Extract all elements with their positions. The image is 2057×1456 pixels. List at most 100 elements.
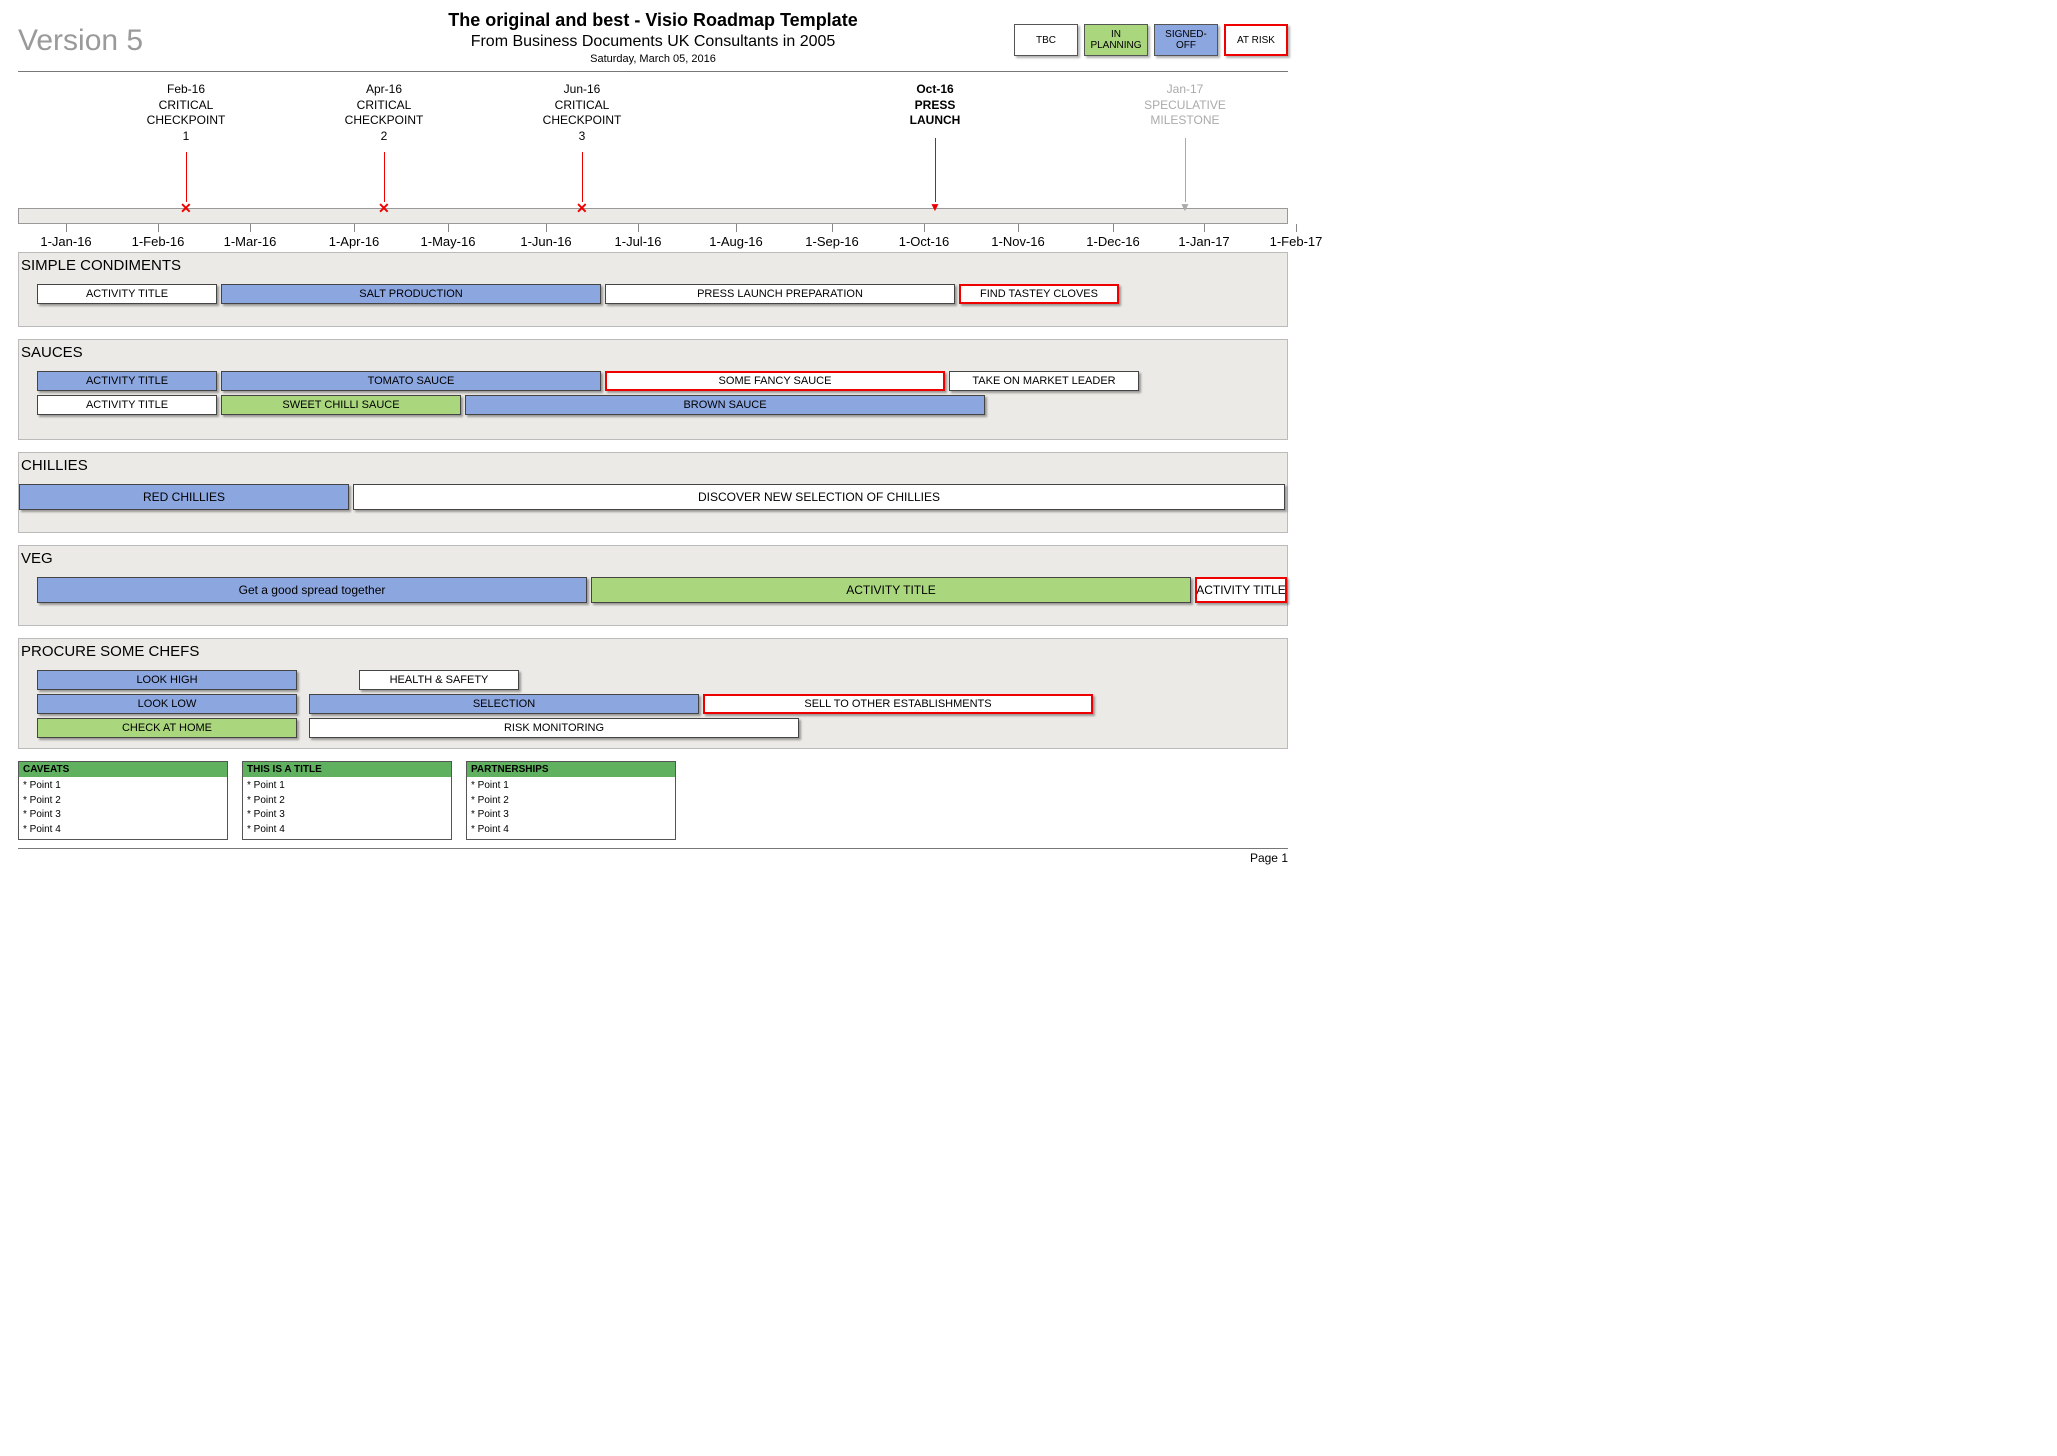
tick-label: 1-Apr-16 [329,234,380,249]
lane: VEGGet a good spread togetherACTIVITY TI… [18,545,1288,626]
tick-label: 1-Jun-16 [520,234,571,249]
lane-body: RED CHILLIESDISCOVER NEW SELECTION OF CH… [19,484,1287,532]
activity-bar[interactable]: Get a good spread together [37,577,587,603]
activity-bar[interactable]: SALT PRODUCTION [221,284,601,304]
tick [250,224,251,232]
axis-bar [18,208,1288,224]
note-point: * Point 2 [471,794,671,809]
activity-bar[interactable]: ACTIVITY TITLE [37,284,217,304]
note-point: * Point 1 [23,779,223,794]
note-title: PARTNERSHIPS [467,762,675,777]
milestone-arrow-icon: ▼ [929,200,941,214]
note-point: * Point 2 [247,794,447,809]
activity-bar[interactable]: ACTIVITY TITLE [37,371,217,391]
activity-bar[interactable]: LOOK LOW [37,694,297,714]
lane-title: CHILLIES [19,453,1287,484]
lane-body: ACTIVITY TITLETOMATO SAUCESOME FANCY SAU… [19,371,1287,439]
note-box: CAVEATS* Point 1* Point 2* Point 3* Poin… [18,761,228,840]
tick-label: 1-Jan-17 [1178,234,1229,249]
milestone-line [582,152,583,202]
activity-bar[interactable]: HEALTH & SAFETY [359,670,519,690]
note-box: THIS IS A TITLE* Point 1* Point 2* Point… [242,761,452,840]
tick-label: 1-Oct-16 [899,234,950,249]
tick-label: 1-Jul-16 [615,234,662,249]
legend-signed-off: SIGNED-OFF [1154,24,1218,56]
note-point: * Point 4 [247,823,447,838]
lane-body: ACTIVITY TITLESALT PRODUCTIONPRESS LAUNC… [19,284,1287,326]
tick-label: 1-Aug-16 [709,234,762,249]
tick [448,224,449,232]
lane: SAUCESACTIVITY TITLETOMATO SAUCESOME FAN… [18,339,1288,440]
lane: SIMPLE CONDIMENTSACTIVITY TITLESALT PROD… [18,252,1288,327]
activity-bar[interactable]: DISCOVER NEW SELECTION OF CHILLIES [353,484,1285,510]
tick-label: 1-Jan-16 [40,234,91,249]
activity-bar[interactable]: SELL TO OTHER ESTABLISHMENTS [703,694,1093,714]
milestone: Oct-16PRESSLAUNCH [885,82,985,129]
header: Version 5 The original and best - Visio … [18,10,1288,65]
milestone: Apr-16CRITICALCHECKPOINT2 [334,82,434,144]
milestone-x-icon: ✕ [180,200,192,217]
lane-title: SIMPLE CONDIMENTS [19,253,1287,284]
milestone-line [186,152,187,202]
tick-label: 1-Mar-16 [224,234,277,249]
activity-bar[interactable]: CHECK AT HOME [37,718,297,738]
tick [1113,224,1114,232]
milestone-line [935,138,936,202]
tick-label: 1-Feb-17 [1270,234,1323,249]
note-point: * Point 2 [23,794,223,809]
lane-title: PROCURE SOME CHEFS [19,639,1287,670]
tick-label: 1-Sep-16 [805,234,858,249]
note-point: * Point 4 [471,823,671,838]
milestone-line [384,152,385,202]
lane: CHILLIESRED CHILLIESDISCOVER NEW SELECTI… [18,452,1288,533]
note-point: * Point 3 [471,808,671,823]
footer: Page 1 [18,848,1288,865]
activity-bar[interactable]: PRESS LAUNCH PREPARATION [605,284,955,304]
tick-label: 1-Feb-16 [132,234,185,249]
activity-bar[interactable]: SOME FANCY SAUCE [605,371,945,391]
milestone: Jan-17SPECULATIVEMILESTONE [1135,82,1235,129]
timeline: Feb-16CRITICALCHECKPOINT1 ✕ Apr-16CRITICAL… [18,72,1288,252]
lane-body: Get a good spread togetherACTIVITY TITLE… [19,577,1287,625]
note-body: * Point 1* Point 2* Point 3* Point 4 [19,777,227,839]
legend: TBC IN PLANNING SIGNED-OFF AT RISK [1014,24,1288,56]
tick [66,224,67,232]
tick-label: 1-Nov-16 [991,234,1044,249]
milestone-arrow-icon: ▼ [1179,200,1191,214]
tick [1204,224,1205,232]
activity-bar[interactable]: SWEET CHILLI SAUCE [221,395,461,415]
milestone-x-icon: ✕ [378,200,390,217]
note-body: * Point 1* Point 2* Point 3* Point 4 [467,777,675,839]
activity-bar[interactable]: LOOK HIGH [37,670,297,690]
tick [924,224,925,232]
activity-bar[interactable]: SELECTION [309,694,699,714]
tick-label: 1-May-16 [421,234,476,249]
legend-tbc: TBC [1014,24,1078,56]
milestone-line [1185,138,1186,202]
note-body: * Point 1* Point 2* Point 3* Point 4 [243,777,451,839]
tick [832,224,833,232]
note-point: * Point 4 [23,823,223,838]
activity-bar[interactable]: TAKE ON MARKET LEADER [949,371,1139,391]
activity-bar[interactable]: ACTIVITY TITLE [1195,577,1287,603]
lane-title: VEG [19,546,1287,577]
tick [1018,224,1019,232]
activity-bar[interactable]: ACTIVITY TITLE [591,577,1191,603]
tick [1296,224,1297,232]
lanes: SIMPLE CONDIMENTSACTIVITY TITLESALT PROD… [18,252,1288,749]
activity-bar[interactable]: FIND TASTEY CLOVES [959,284,1119,304]
milestone: Feb-16CRITICALCHECKPOINT1 [136,82,236,144]
notes-row: CAVEATS* Point 1* Point 2* Point 3* Poin… [18,761,1288,840]
lane-title: SAUCES [19,340,1287,371]
activity-bar[interactable]: TOMATO SAUCE [221,371,601,391]
activity-bar[interactable]: RED CHILLIES [19,484,349,510]
note-box: PARTNERSHIPS* Point 1* Point 2* Point 3*… [466,761,676,840]
version-label: Version 5 [18,24,143,58]
activity-bar[interactable]: ACTIVITY TITLE [37,395,217,415]
tick [158,224,159,232]
note-title: CAVEATS [19,762,227,777]
activity-bar[interactable]: RISK MONITORING [309,718,799,738]
legend-at-risk: AT RISK [1224,24,1288,56]
legend-in-planning: IN PLANNING [1084,24,1148,56]
activity-bar[interactable]: BROWN SAUCE [465,395,985,415]
